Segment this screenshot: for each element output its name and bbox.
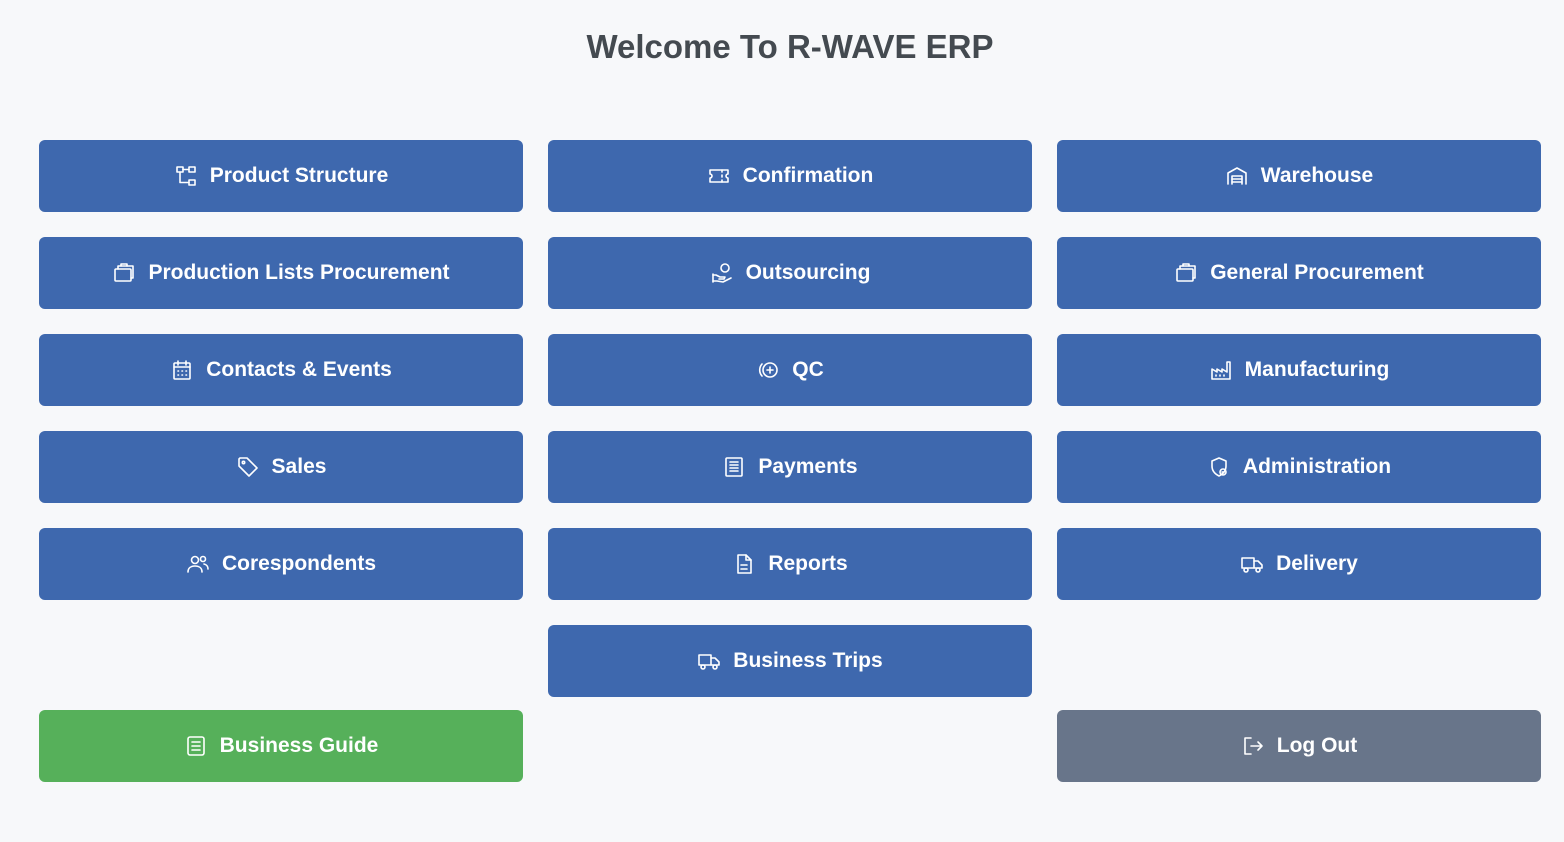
document-icon: [732, 552, 756, 576]
shield-icon: [1207, 455, 1231, 479]
administration-label: Administration: [1242, 455, 1392, 478]
stack-icon: [112, 261, 136, 285]
outsourcing-label: Outsourcing: [745, 261, 871, 284]
ticket-icon: [707, 164, 731, 188]
general-procurement-button[interactable]: General Procurement: [1057, 237, 1541, 309]
outsourcing-button[interactable]: Outsourcing: [548, 237, 1032, 309]
log-out-button[interactable]: Log Out: [1057, 710, 1541, 782]
hierarchy-icon: [174, 164, 198, 188]
business-guide-button[interactable]: Business Guide: [39, 710, 523, 782]
sales-button[interactable]: Sales: [39, 431, 523, 503]
business-trips-button[interactable]: Business Trips: [548, 625, 1032, 697]
product-structure-label: Product Structure: [209, 164, 389, 187]
payments-button[interactable]: Payments: [548, 431, 1032, 503]
truck-icon: [697, 649, 721, 673]
manufacturing-button[interactable]: Manufacturing: [1057, 334, 1541, 406]
warehouse-icon: [1225, 164, 1249, 188]
hand-coin-icon: [710, 261, 734, 285]
administration-button[interactable]: Administration: [1057, 431, 1541, 503]
production-lists-procurement-label: Production Lists Procurement: [148, 261, 450, 284]
corespondents-label: Corespondents: [221, 552, 376, 575]
warehouse-button[interactable]: Warehouse: [1057, 140, 1541, 212]
manufacturing-label: Manufacturing: [1244, 358, 1390, 381]
stack-icon: [1174, 261, 1198, 285]
calendar-icon: [170, 358, 194, 382]
production-lists-procurement-button[interactable]: Production Lists Procurement: [39, 237, 523, 309]
business-trips-label: Business Trips: [733, 649, 883, 672]
log-out-label: Log Out: [1276, 734, 1358, 757]
circle-plus-icon: [756, 358, 780, 382]
contacts-events-button[interactable]: Contacts & Events: [39, 334, 523, 406]
qc-label: QC: [792, 358, 824, 381]
qc-button[interactable]: QC: [548, 334, 1032, 406]
factory-icon: [1209, 358, 1233, 382]
truck-icon: [1240, 552, 1264, 576]
product-structure-button[interactable]: Product Structure: [39, 140, 523, 212]
warehouse-label: Warehouse: [1260, 164, 1374, 187]
book-icon: [184, 734, 208, 758]
users-icon: [186, 552, 210, 576]
tag-icon: [236, 455, 260, 479]
payments-label: Payments: [758, 455, 858, 478]
confirmation-button[interactable]: Confirmation: [548, 140, 1032, 212]
receipt-icon: [722, 455, 746, 479]
corespondents-button[interactable]: Corespondents: [39, 528, 523, 600]
business-guide-label: Business Guide: [219, 734, 379, 757]
confirmation-label: Confirmation: [742, 164, 874, 187]
logout-icon: [1241, 734, 1265, 758]
reports-label: Reports: [768, 552, 848, 575]
sales-label: Sales: [271, 455, 327, 478]
reports-button[interactable]: Reports: [548, 528, 1032, 600]
general-procurement-label: General Procurement: [1210, 261, 1424, 284]
contacts-events-label: Contacts & Events: [206, 358, 392, 381]
delivery-label: Delivery: [1276, 552, 1358, 575]
page-title: Welcome To R-WAVE ERP: [586, 28, 994, 65]
delivery-button[interactable]: Delivery: [1057, 528, 1541, 600]
